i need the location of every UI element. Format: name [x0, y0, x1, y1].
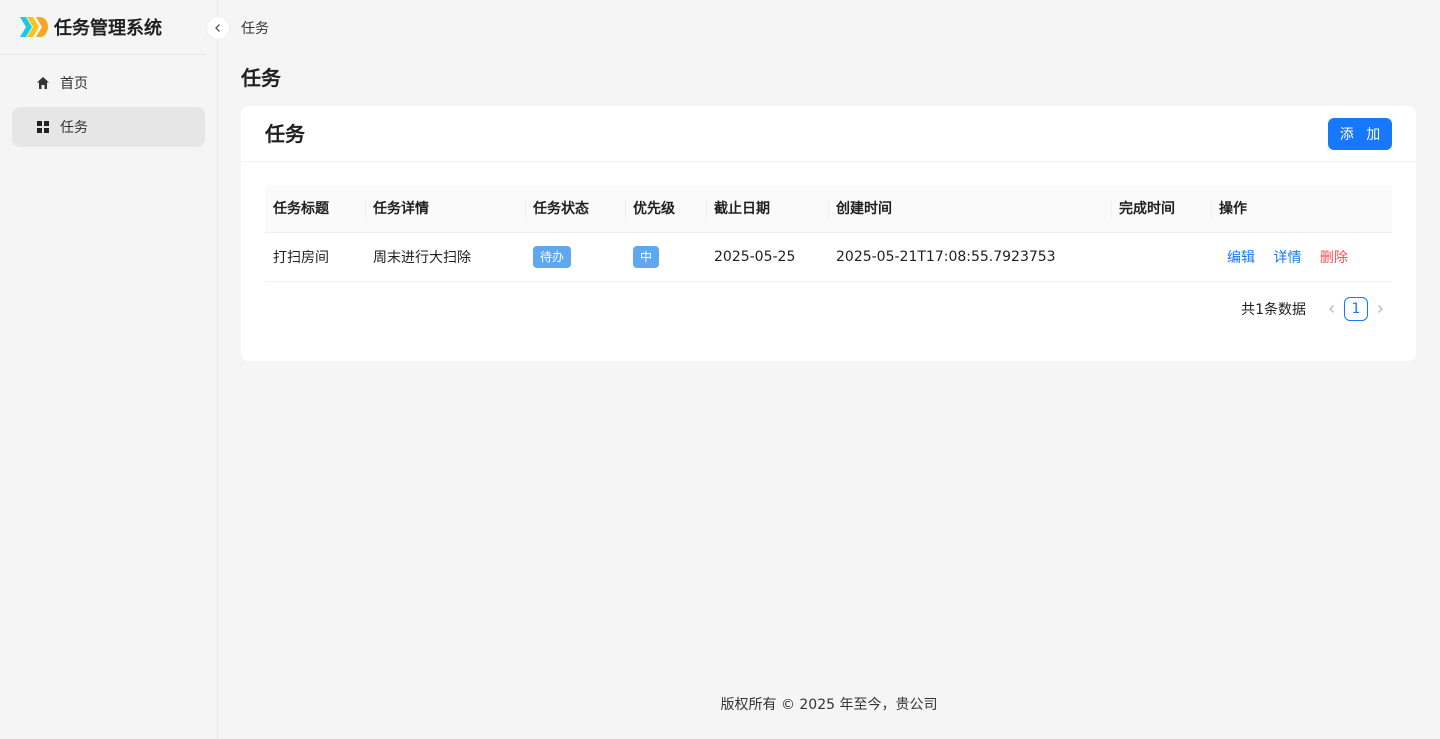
chevron-left-icon [1327, 304, 1337, 314]
priority-badge: 中 [633, 245, 660, 268]
cell-priority: 中 [625, 232, 706, 282]
column-header-status: 任务状态 [525, 185, 625, 233]
delete-link[interactable]: 删除 [1320, 250, 1348, 266]
sidebar-collapse-button[interactable] [206, 16, 230, 40]
detail-link[interactable]: 详情 [1273, 250, 1301, 266]
sidebar-item-home[interactable]: 首页 [12, 63, 205, 103]
chevron-right-icon [1375, 304, 1385, 314]
sidebar-item-label: 首页 [60, 76, 88, 92]
table-row: 打扫房间 周末进行大扫除 待办 中 2025-05-25 2025-05-21T… [265, 232, 1392, 282]
card-title: 任务 [265, 122, 305, 146]
column-header-completed: 完成时间 [1111, 185, 1211, 233]
column-header-title: 任务标题 [265, 185, 365, 233]
cell-created: 2025-05-21T17:08:55.7923753 [828, 232, 1111, 282]
card-header: 任务 添 加 [241, 106, 1416, 162]
column-header-actions: 操作 [1211, 185, 1392, 233]
pagination-total: 共1条数据 [1241, 302, 1306, 318]
sidebar-item-label: 任务 [60, 120, 88, 136]
page-number-button[interactable]: 1 [1344, 297, 1368, 321]
status-badge: 待办 [533, 245, 572, 268]
logo-icon [20, 17, 48, 37]
next-page-button[interactable] [1368, 297, 1392, 321]
prev-page-button[interactable] [1320, 297, 1344, 321]
chevron-left-icon [213, 23, 223, 33]
cell-title: 打扫房间 [265, 232, 365, 282]
task-table: 任务标题 任务详情 任务状态 优先级 截止日期 创建时间 完成时间 操作 打扫房… [265, 185, 1392, 282]
edit-link[interactable]: 编辑 [1227, 250, 1255, 266]
cell-completed [1111, 232, 1211, 282]
home-icon [36, 76, 50, 90]
sidebar-item-tasks[interactable]: 任务 [12, 107, 205, 147]
column-header-created: 创建时间 [828, 185, 1111, 233]
cell-deadline: 2025-05-25 [706, 232, 828, 282]
add-task-button[interactable]: 添 加 [1328, 118, 1392, 150]
column-header-detail: 任务详情 [365, 185, 525, 233]
sidebar: 任务管理系统 首页 任务 [0, 0, 218, 739]
grid-icon [36, 120, 50, 134]
column-header-priority: 优先级 [625, 185, 706, 233]
column-header-deadline: 截止日期 [706, 185, 828, 233]
table-header-row: 任务标题 任务详情 任务状态 优先级 截止日期 创建时间 完成时间 操作 [265, 185, 1392, 233]
breadcrumb[interactable]: 任务 [241, 18, 269, 38]
sidebar-menu: 首页 任务 [0, 55, 217, 147]
app-root: 任务管理系统 首页 任务 任务 任务 任务 添 加 任务标题 任务详情 任务状态… [0, 0, 1440, 739]
page-title: 任务 [241, 66, 281, 90]
cell-detail: 周末进行大扫除 [365, 232, 525, 282]
pagination: 共1条数据 1 [1241, 297, 1392, 321]
task-card: 任务 添 加 任务标题 任务详情 任务状态 优先级 截止日期 创建时间 完成时间… [241, 106, 1416, 361]
footer-copyright: 版权所有 © 2025 年至今，贵公司 [720, 697, 938, 713]
brand: 任务管理系统 [0, 0, 207, 55]
app-title: 任务管理系统 [54, 18, 162, 39]
cell-actions: 编辑 详情 删除 [1211, 232, 1392, 282]
cell-status: 待办 [525, 232, 625, 282]
main-content: 任务 任务 任务 添 加 任务标题 任务详情 任务状态 优先级 截止日期 创建时… [218, 0, 1440, 739]
